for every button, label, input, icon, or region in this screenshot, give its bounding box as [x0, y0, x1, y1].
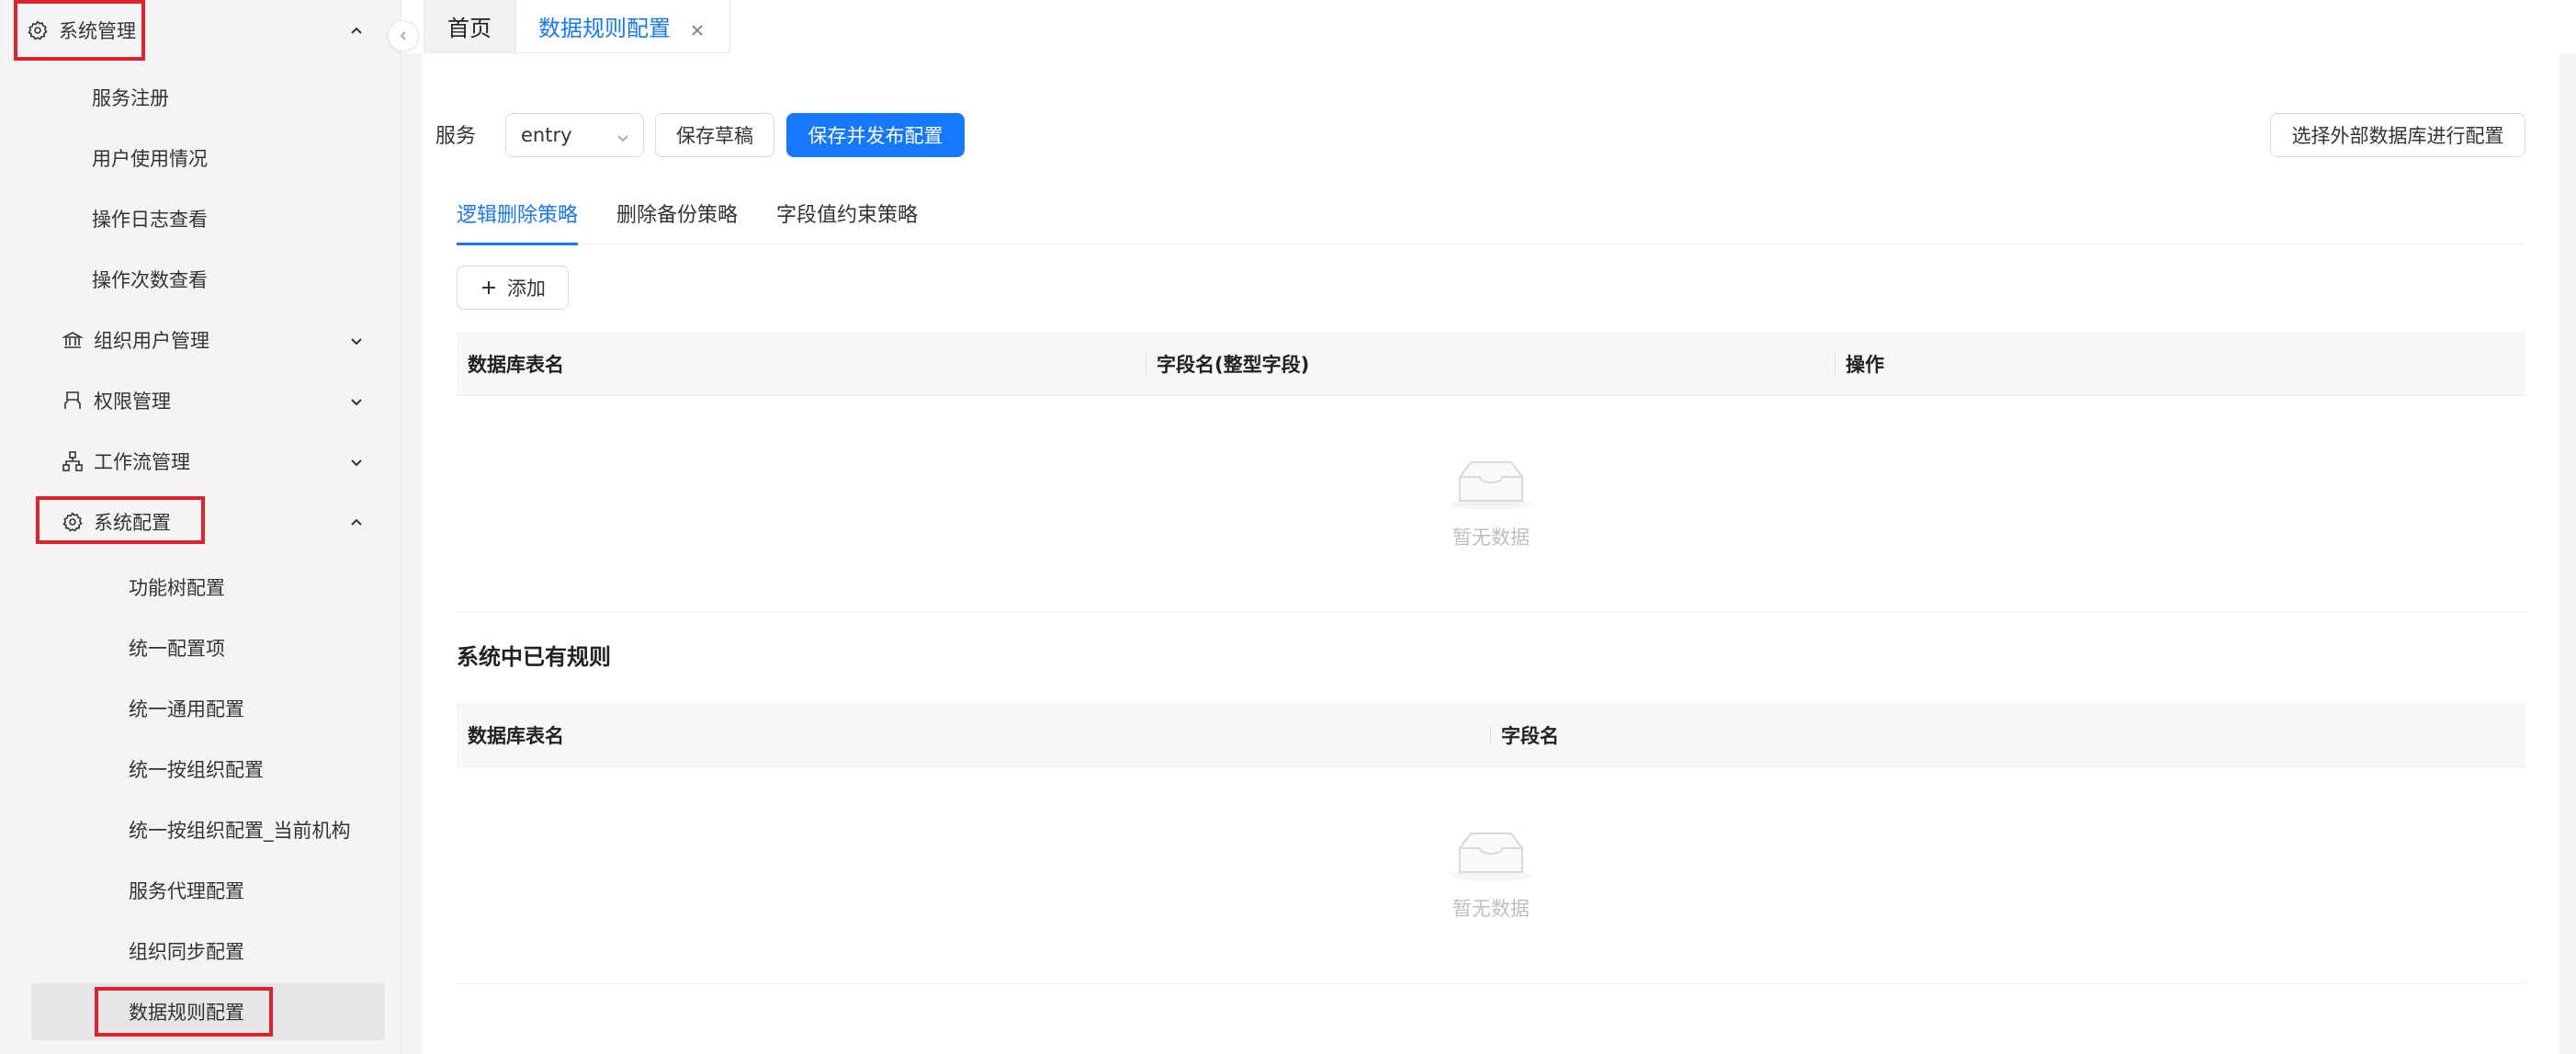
close-icon[interactable] — [689, 18, 706, 36]
workflow-icon — [61, 449, 85, 473]
menu-item-function-tree[interactable]: 功能树配置 — [0, 557, 401, 618]
column-header: 字段名(整型字段) — [1146, 332, 1309, 396]
add-button[interactable]: 添加 — [457, 266, 569, 310]
save-draft-label: 保存草稿 — [676, 125, 753, 147]
save-draft-button[interactable]: 保存草稿 — [655, 113, 774, 157]
external-db-label: 选择外部数据库进行配置 — [2291, 125, 2504, 147]
table-header: 数据库表名 字段名(整型字段) 操作 — [457, 332, 2525, 396]
empty-text: 暂无数据 — [1452, 527, 1530, 549]
tab-label: 数据规则配置 — [538, 16, 671, 41]
menu-group-sys-config[interactable]: 系统配置 — [0, 492, 401, 552]
sidebar: 系统管理 服务注册 用户使用情况 操作日志查看 操作次数查看 组织用户管理 权限… — [0, 0, 401, 1054]
chevron-left-icon — [400, 31, 406, 40]
menu-item-user-usage[interactable]: 用户使用情况 — [0, 128, 401, 188]
menu-item-label: 统一按组织配置_当前机构 — [129, 820, 351, 842]
existing-rules-table: 数据库表名 字段名 暂无数据 — [457, 703, 2525, 984]
empty-inbox-icon — [1451, 833, 1531, 881]
chevron-down-icon — [348, 453, 365, 470]
user-badge-icon — [61, 389, 85, 413]
menu-item-label: 统一按组织配置 — [129, 759, 264, 781]
sidebar-collapse-button[interactable] — [388, 20, 419, 51]
subtab-label: 字段值约束策略 — [776, 204, 919, 227]
empty-state: 暂无数据 — [1447, 824, 1535, 922]
menu-group-system-label: 系统管理 — [59, 20, 136, 42]
chevron-up-icon — [348, 22, 365, 39]
menu-item-label: 功能树配置 — [129, 577, 225, 599]
menu-item-label: 统一配置项 — [129, 638, 225, 660]
chevron-down-icon — [348, 392, 365, 409]
save-publish-label: 保存并发布配置 — [808, 125, 943, 147]
section-title: 系统中已有规则 — [457, 644, 611, 670]
menu-item-label: 组织同步配置 — [129, 941, 244, 963]
table-body: 暂无数据 — [457, 767, 2525, 984]
service-select[interactable]: entry — [505, 113, 644, 157]
save-publish-button[interactable]: 保存并发布配置 — [786, 113, 965, 157]
menu-group-label: 工作流管理 — [94, 451, 190, 473]
empty-state: 暂无数据 — [1447, 453, 1535, 550]
empty-inbox-icon — [1451, 461, 1531, 510]
column-header: 数据库表名 — [468, 354, 564, 376]
table-header: 数据库表名 字段名 — [457, 703, 2525, 767]
menu-group-label: 权限管理 — [94, 391, 171, 413]
tab-delete-backup[interactable]: 删除备份策略 — [616, 198, 738, 244]
menu-group-permission[interactable]: 权限管理 — [0, 370, 401, 431]
menu-group-org-user[interactable]: 组织用户管理 — [0, 310, 401, 370]
tab-data-rule[interactable]: 数据规则配置 — [515, 0, 730, 53]
menu-item-operation-count[interactable]: 操作次数查看 — [0, 249, 401, 310]
menu-item-operation-log[interactable]: 操作日志查看 — [0, 188, 401, 249]
gear-icon — [26, 18, 50, 42]
gear-icon — [61, 510, 85, 534]
menu-item-unified-general[interactable]: 统一通用配置 — [0, 678, 401, 739]
menu-item-label: 服务注册 — [92, 87, 169, 109]
menu-item-unified-config[interactable]: 统一配置项 — [0, 618, 401, 678]
menu-item-label: 操作次数查看 — [92, 269, 208, 291]
menu-group-label: 系统配置 — [94, 512, 171, 534]
service-label: 服务 — [435, 125, 477, 148]
strategy-tabs: 逻辑删除策略 删除备份策略 字段值约束策略 — [457, 198, 2525, 245]
tab-logical-delete[interactable]: 逻辑删除策略 — [457, 198, 579, 245]
app-root: 系统管理 服务注册 用户使用情况 操作日志查看 操作次数查看 组织用户管理 权限… — [0, 0, 2576, 1054]
menu-item-label: 统一通用配置 — [129, 698, 244, 720]
chevron-up-icon — [348, 514, 365, 530]
external-db-button[interactable]: 选择外部数据库进行配置 — [2270, 113, 2525, 157]
menu-item-label: 操作日志查看 — [92, 209, 208, 231]
tab-label: 首页 — [447, 16, 491, 41]
column-header: 数据库表名 — [468, 725, 564, 747]
menu-group-workflow[interactable]: 工作流管理 — [0, 431, 401, 492]
menu-item-service-proxy[interactable]: 服务代理配置 — [0, 860, 401, 921]
menu-item-label: 服务代理配置 — [129, 880, 244, 902]
menu-group-label: 组织用户管理 — [94, 330, 209, 352]
menu-group-system[interactable]: 系统管理 — [0, 0, 401, 61]
empty-text: 暂无数据 — [1452, 898, 1530, 920]
tab-home[interactable]: 首页 — [424, 0, 515, 53]
menu-item-data-rule[interactable]: 数据规则配置 — [0, 981, 401, 1042]
subtab-label: 逻辑删除策略 — [457, 204, 579, 227]
chevron-down-icon — [616, 128, 630, 142]
menu-item-org-sync[interactable]: 组织同步配置 — [0, 921, 401, 981]
menu-item-service-register[interactable]: 服务注册 — [0, 67, 401, 128]
column-header: 操作 — [1835, 332, 1884, 396]
menu-item-org-config-current[interactable]: 统一按组织配置_当前机构 — [0, 799, 401, 860]
chevron-down-icon — [348, 332, 365, 348]
menu-item-org-config[interactable]: 统一按组织配置 — [0, 739, 401, 799]
add-button-label: 添加 — [507, 278, 546, 300]
menu-item-label: 用户使用情况 — [92, 148, 208, 170]
menu-item-label: 数据规则配置 — [129, 1002, 244, 1024]
rule-table: 数据库表名 字段名(整型字段) 操作 暂无数据 — [457, 332, 2525, 613]
subtab-label: 删除备份策略 — [616, 204, 739, 227]
table-body: 暂无数据 — [457, 396, 2525, 613]
service-select-value: entry — [521, 124, 572, 146]
tab-bar: 首页 数据规则配置 — [401, 0, 2576, 53]
bank-icon — [61, 328, 85, 352]
tab-field-constraint[interactable]: 字段值约束策略 — [776, 198, 918, 244]
plus-icon — [480, 278, 498, 297]
column-header: 字段名 — [1490, 703, 1559, 767]
